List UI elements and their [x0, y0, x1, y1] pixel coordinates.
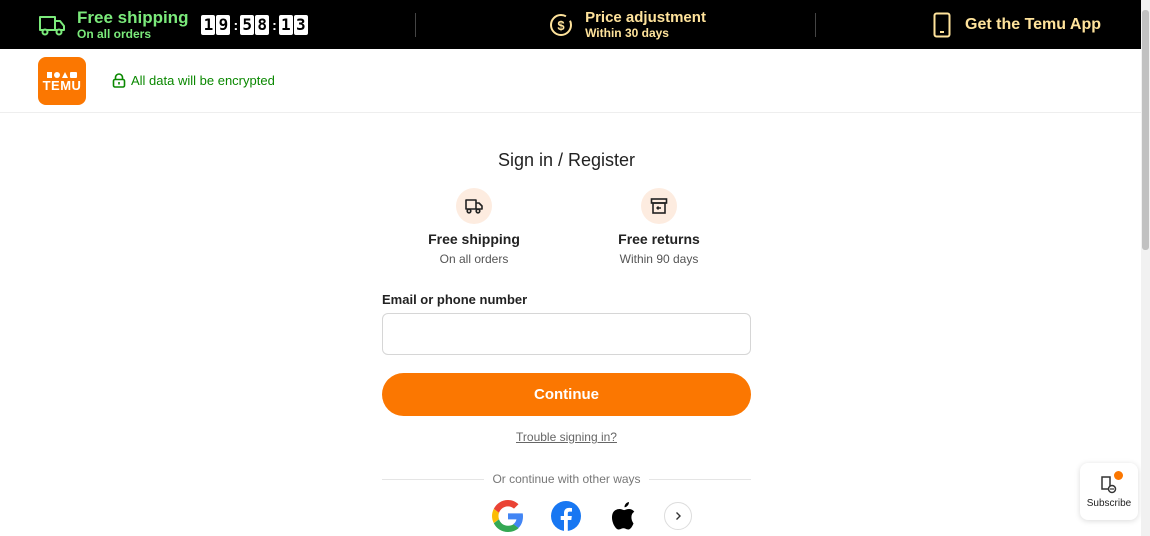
- facebook-login-button[interactable]: [548, 498, 584, 534]
- benefit-free-returns: Free returns Within 90 days: [589, 188, 729, 266]
- benefit-subtitle: Within 90 days: [619, 252, 699, 266]
- encryption-text: All data will be encrypted: [131, 73, 275, 88]
- lock-icon: [112, 73, 126, 88]
- google-login-button[interactable]: [490, 498, 526, 534]
- page: Free shipping On all orders 1 9 : 5 8 : …: [0, 0, 1150, 536]
- timer-digit: 5: [240, 14, 255, 35]
- countdown-timer: 1 9 : 5 8 : 1 3: [201, 14, 308, 35]
- other-ways-text: Or continue with other ways: [492, 472, 641, 486]
- encryption-notice: All data will be encrypted: [112, 73, 275, 88]
- facebook-icon: [551, 501, 581, 531]
- email-phone-input[interactable]: [382, 313, 751, 355]
- apple-login-button[interactable]: [606, 498, 642, 534]
- chevron-right-icon: [676, 512, 681, 520]
- notification-dot: [1114, 471, 1123, 480]
- free-shipping-subtitle: On all orders: [77, 27, 152, 41]
- logo-text: TEMU: [42, 77, 82, 93]
- phone-icon: [933, 12, 951, 37]
- divider-line: [648, 478, 752, 480]
- timer-digit: 3: [293, 14, 308, 35]
- subscribe-widget[interactable]: Subscribe: [1080, 463, 1138, 520]
- email-field-label: Email or phone number: [382, 292, 528, 307]
- timer-colon: :: [272, 16, 277, 33]
- promo-bar: Free shipping On all orders 1 9 : 5 8 : …: [0, 0, 1141, 49]
- apple-icon: [611, 502, 635, 530]
- truck-icon: [39, 15, 65, 35]
- benefit-icon-circle: [641, 188, 677, 224]
- get-app-label: Get the Temu App: [965, 15, 1101, 33]
- vertical-scrollbar[interactable]: [1141, 0, 1150, 536]
- benefit-title: Free returns: [618, 231, 700, 247]
- continue-button[interactable]: Continue: [382, 373, 751, 416]
- divider-other-ways: Or continue with other ways: [382, 472, 752, 486]
- scrollbar-thumb[interactable]: [1142, 10, 1149, 250]
- timer-digit: 1: [278, 14, 293, 35]
- social-login-row: [490, 498, 692, 534]
- benefit-title: Free shipping: [428, 231, 520, 247]
- price-adjustment-title: Price adjustment: [585, 9, 706, 26]
- return-box-icon: [650, 198, 668, 214]
- truck-icon: [465, 199, 483, 214]
- benefit-free-shipping: Free shipping On all orders: [404, 188, 544, 266]
- free-shipping-promo[interactable]: Free shipping On all orders 1 9 : 5 8 : …: [0, 0, 415, 49]
- page-title: Sign in / Register: [497, 150, 636, 170]
- price-adjustment-promo[interactable]: $ Price adjustment Within 30 days: [416, 0, 815, 49]
- dollar-icon: $: [550, 13, 573, 36]
- temu-logo[interactable]: TEMU: [38, 56, 86, 105]
- timer-digit: 8: [255, 14, 270, 35]
- timer-digit: 9: [216, 14, 231, 35]
- site-header: TEMU All data will be encrypted: [0, 49, 1141, 113]
- divider-line: [382, 478, 485, 480]
- get-app-link[interactable]: Get the Temu App: [816, 0, 1141, 49]
- free-shipping-title: Free shipping: [77, 8, 189, 27]
- more-login-options-button[interactable]: [664, 502, 692, 530]
- trouble-signing-in-link[interactable]: Trouble signing in?: [0, 430, 1133, 444]
- price-adjustment-subtitle: Within 30 days: [585, 26, 669, 40]
- benefit-subtitle: On all orders: [439, 252, 509, 266]
- google-icon: [492, 500, 523, 532]
- subscribe-label: Subscribe: [1086, 497, 1132, 509]
- timer-digit: 1: [201, 14, 216, 35]
- timer-colon: :: [233, 16, 239, 33]
- svg-text:$: $: [557, 18, 565, 33]
- benefit-icon-circle: [456, 188, 492, 224]
